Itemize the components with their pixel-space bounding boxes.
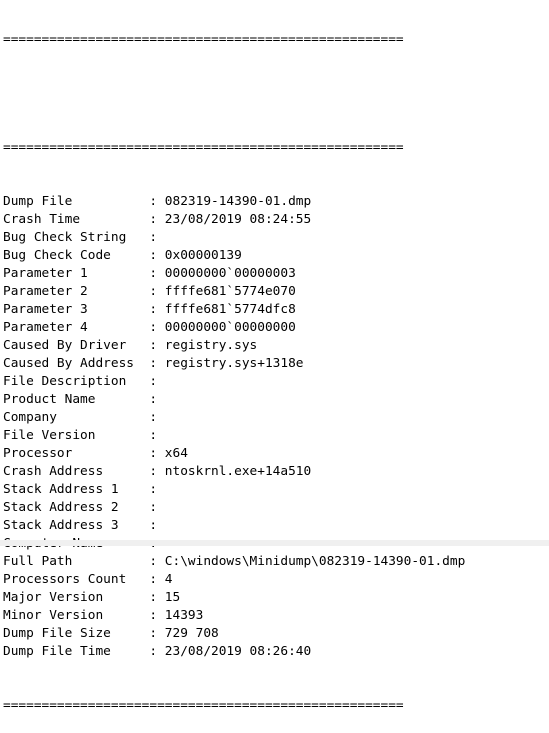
field-value: 00000000`00000003 [164, 266, 296, 281]
field-colon: : [141, 356, 165, 371]
field-colon: : [141, 608, 165, 623]
field-value: 4 [164, 572, 173, 587]
field-row: File Description : [3, 373, 465, 391]
field-label: Parameter 2 [3, 284, 88, 299]
field-value: 00000000`00000000 [164, 320, 296, 335]
field-colon: : [141, 482, 165, 497]
field-label: Bug Check Code [3, 248, 111, 263]
field-colon: : [141, 284, 165, 299]
field-row: File Version : [3, 427, 465, 445]
separator-line: ========================================… [3, 140, 404, 155]
field-row: Caused By Address : registry.sys+1318e [3, 355, 465, 373]
field-row: Stack Address 3 : [3, 517, 465, 535]
field-value: 15 [164, 590, 181, 605]
field-row: Processors Count : 4 [3, 571, 465, 589]
field-colon: : [141, 248, 165, 263]
field-colon: : [141, 374, 165, 389]
field-value: ffffe681`5774dfc8 [164, 302, 296, 317]
field-label: Parameter 1 [3, 266, 88, 281]
field-row: Stack Address 1 : [3, 481, 465, 499]
field-label: Dump File [3, 194, 73, 209]
field-value: ntoskrnl.exe+14a510 [164, 464, 312, 479]
field-row: Parameter 1 : 00000000`00000003 [3, 265, 465, 283]
field-label: File Version [3, 428, 96, 443]
field-label: Full Path [3, 554, 73, 569]
field-value: registry.sys [164, 338, 258, 353]
field-colon: : [141, 554, 165, 569]
field-label: Processors Count [3, 572, 127, 587]
field-row: Parameter 2 : ffffe681`5774e070 [3, 283, 465, 301]
field-label: Crash Time [3, 212, 81, 227]
field-label: Bug Check String [3, 230, 127, 245]
field-label: Stack Address 1 [3, 482, 119, 497]
separator-line: ========================================… [3, 698, 404, 713]
field-row: Major Version : 15 [3, 589, 465, 607]
field-label: Caused By Driver [3, 338, 127, 353]
field-value: 729 708 [164, 626, 219, 641]
field-label: Stack Address 3 [3, 518, 119, 533]
field-colon: : [141, 626, 165, 641]
field-row: Bug Check String : [3, 229, 465, 247]
field-row: Dump File Time : 23/08/2019 08:26:40 [3, 643, 465, 661]
field-row: Minor Version : 14393 [3, 607, 465, 625]
field-colon: : [141, 464, 165, 479]
field-label: Processor [3, 446, 73, 461]
field-colon: : [141, 644, 165, 659]
field-label: Parameter 3 [3, 302, 88, 317]
field-colon: : [141, 590, 165, 605]
field-colon: : [141, 338, 165, 353]
field-value: 082319-14390-01.dmp [164, 194, 312, 209]
field-colon: : [141, 518, 165, 533]
field-colon: : [141, 410, 165, 425]
field-colon: : [141, 212, 165, 227]
field-label: Crash Address [3, 464, 104, 479]
field-value: ffffe681`5774e070 [164, 284, 296, 299]
field-label: Parameter 4 [3, 320, 88, 335]
field-label: Company [3, 410, 57, 425]
field-value: 0x00000139 [164, 248, 242, 263]
field-colon: : [141, 230, 165, 245]
field-colon: : [141, 302, 165, 317]
field-row: Parameter 3 : ffffe681`5774dfc8 [3, 301, 465, 319]
field-colon: : [141, 500, 165, 515]
field-row: Company : [3, 409, 465, 427]
field-value: 23/08/2019 08:24:55 [164, 212, 312, 227]
field-value: registry.sys+1318e [164, 356, 304, 371]
field-value: C:\windows\Minidump\082319-14390-01.dmp [164, 554, 466, 569]
field-row: Dump File Size : 729 708 [3, 625, 465, 643]
field-value: 23/08/2019 08:26:40 [164, 644, 312, 659]
field-row: Full Path : C:\windows\Minidump\082319-1… [3, 553, 465, 571]
field-row: Stack Address 2 : [3, 499, 465, 517]
field-label: Product Name [3, 392, 96, 407]
field-row: Product Name : [3, 391, 465, 409]
field-label: Stack Address 2 [3, 500, 119, 515]
field-label: Major Version [3, 590, 104, 605]
field-row: Crash Address : ntoskrnl.exe+14a510 [3, 463, 465, 481]
field-colon: : [141, 266, 165, 281]
field-row: Caused By Driver : registry.sys [3, 337, 465, 355]
field-colon: : [141, 392, 165, 407]
field-label: Minor Version [3, 608, 104, 623]
field-value: x64 [164, 446, 188, 461]
field-row: Dump File : 082319-14390-01.dmp [3, 193, 465, 211]
field-row: Bug Check Code : 0x00000139 [3, 247, 465, 265]
field-colon: : [141, 194, 165, 209]
field-value: 14393 [164, 608, 204, 623]
field-row: Parameter 4 : 00000000`00000000 [3, 319, 465, 337]
horizontal-scrollbar[interactable] [0, 540, 549, 546]
crash-report-text: ========================================… [3, 0, 465, 733]
field-label: Dump File Time [3, 644, 111, 659]
field-label: File Description [3, 374, 127, 389]
field-label: Dump File Size [3, 626, 111, 641]
field-colon: : [141, 428, 165, 443]
separator-line: ========================================… [3, 32, 404, 47]
field-colon: : [141, 572, 165, 587]
field-colon: : [141, 446, 165, 461]
field-row: Processor : x64 [3, 445, 465, 463]
field-label: Caused By Address [3, 356, 134, 371]
field-row: Crash Time : 23/08/2019 08:24:55 [3, 211, 465, 229]
field-colon: : [141, 320, 165, 335]
